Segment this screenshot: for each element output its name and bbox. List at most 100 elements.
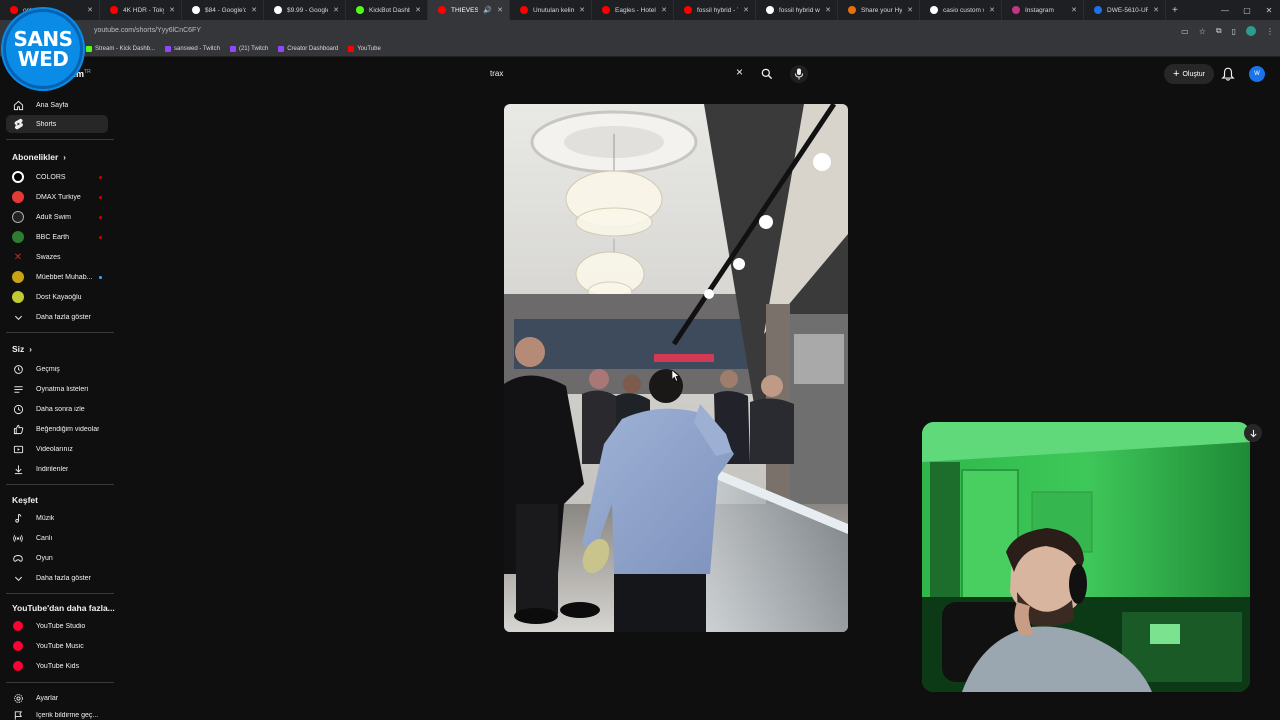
sidebar-divider [6,332,114,333]
scroll-down-button[interactable] [1244,424,1262,442]
url-field[interactable]: youtube.com/shorts/Yyy6lCnC6FY [94,27,201,34]
close-window-icon[interactable]: ✕ [1258,6,1280,15]
sidebar-item-music[interactable]: Müzik [6,509,108,527]
close-tab-icon[interactable]: ✕ [251,6,257,14]
google-favicon-icon [766,6,774,14]
close-tab-icon[interactable]: ✕ [989,6,995,14]
browser-tab[interactable]: casio custom wat ✕ [920,0,1002,20]
settings-icon [12,692,24,704]
sidebar-item-settings[interactable]: Ayarlar [6,689,108,707]
channel-avatar [12,291,24,303]
shorts-video-player[interactable] [504,104,848,632]
sidebar-show-more-explore[interactable]: Daha fazla göster [6,569,108,587]
close-tab-icon[interactable]: ✕ [661,6,667,14]
audio-playing-icon[interactable]: 🔊 [483,6,492,14]
close-tab-icon[interactable]: ✕ [907,6,913,14]
create-button[interactable]: + Oluştur [1164,64,1214,84]
sidebar-item-shorts[interactable]: Shorts [6,115,108,133]
sidebar-item-live[interactable]: Canlı [6,529,108,547]
voice-search-button[interactable] [790,65,808,83]
bookmark-item[interactable]: sanswed - Twitch [165,46,220,52]
profile-icon[interactable] [1246,26,1256,36]
close-tab-icon[interactable]: ✕ [415,6,421,14]
tab-title: 4K HDR - Tokyo [123,6,164,14]
sidebar-item-subscription[interactable]: Müebbet Muhab... [6,268,108,286]
bookmark-item[interactable]: Stream - Kick Dashb... [86,46,155,52]
section-title-label: Keşfet [12,495,38,505]
youtube-kids-icon [12,660,24,672]
browser-tab[interactable]: fossil hybrid watc ✕ [756,0,838,20]
sidebar-item-home[interactable]: Ana Sayfa [6,96,108,114]
sidebar-show-more-subscriptions[interactable]: Daha fazla göster [6,308,108,326]
close-tab-icon[interactable]: ✕ [579,6,585,14]
sidebar-divider [6,593,114,594]
logo-country-code: TR [84,69,91,75]
sidebar-item-label: Daha fazla göster [36,313,91,321]
search-box[interactable]: trax × [482,64,780,84]
google-favicon-icon [192,6,200,14]
close-tab-icon[interactable]: ✕ [743,6,749,14]
sidebar-item-watch-later[interactable]: Daha sonra izle [6,400,108,418]
browser-tab[interactable]: 4K HDR - Tokyo ✕ [100,0,182,20]
sidebar-item-subscription[interactable]: ✕ Swazes [6,248,108,266]
new-tab-icon[interactable]: + [1166,5,1184,16]
sidebar-item-history[interactable]: Geçmiş [6,360,108,378]
browser-tab[interactable]: $84 - Google'da ✕ [182,0,264,20]
sidebar-item-subscription[interactable]: Adult Swim [6,208,108,226]
browser-tab[interactable]: Share your Hybri ✕ [838,0,920,20]
sidebar-item-youtube-kids[interactable]: YouTube Kids [6,657,108,675]
you-heading[interactable]: Siz › [12,344,32,354]
sidebar-item-gaming[interactable]: Oyun [6,549,108,567]
google-favicon-icon [274,6,282,14]
sidebar-item-youtube-music[interactable]: YouTube Music [6,637,108,655]
close-tab-icon[interactable]: ✕ [169,6,175,14]
sidebar-item-subscription[interactable]: Dost Kayaoğlu [6,288,108,306]
bookmark-star-icon[interactable]: ☆ [1199,27,1206,36]
section-title-label: Siz [12,344,25,354]
notifications-bell-icon[interactable] [1221,66,1235,82]
sidebar-item-your-videos[interactable]: Videolarınız [6,440,108,458]
bookmark-item[interactable]: YouTube [348,46,381,52]
sidebar-item-youtube-studio[interactable]: YouTube Studio [6,617,108,635]
close-tab-icon[interactable]: ✕ [1071,6,1077,14]
sidebar-item-downloads[interactable]: İndirilenler [6,460,108,478]
browser-tab[interactable]: Instagram ✕ [1002,0,1084,20]
playlists-icon [12,383,24,395]
browser-tab[interactable]: fossil hybrid - Yo ✕ [674,0,756,20]
close-tab-icon[interactable]: ✕ [1153,6,1159,14]
sidebar-item-report-history[interactable]: İçerik bildirme geç... [6,709,108,720]
youtube-favicon-icon [10,6,18,14]
browser-tab[interactable]: KickBot Dashboa ✕ [346,0,428,20]
cast-icon[interactable]: ▭ [1181,27,1189,36]
close-tab-icon[interactable]: ✕ [333,6,339,14]
minimize-icon[interactable]: — [1214,6,1236,15]
sidebar-item-liked-videos[interactable]: Beğendiğim videolar [6,420,108,438]
search-icon[interactable] [760,67,774,81]
shorts-icon [12,118,24,130]
extensions-icon[interactable]: ⧉ [1216,26,1222,36]
browser-tab[interactable]: Unutulan kelime ✕ [510,0,592,20]
sidebar-item-playlists[interactable]: Oynatma listeleri [6,380,108,398]
sidebar-item-subscription[interactable]: DMAX Turkiye [6,188,108,206]
clear-search-icon[interactable]: × [736,65,743,79]
menu-kebab-icon[interactable]: ⋮ [1266,27,1274,36]
browser-tab[interactable]: Eagles - Hotel Ca ✕ [592,0,674,20]
close-tab-icon[interactable]: ✕ [497,6,503,14]
sidebar-item-label: İçerik bildirme geç... [36,711,99,719]
maximize-icon[interactable]: ▢ [1236,6,1258,15]
close-tab-icon[interactable]: ✕ [825,6,831,14]
bookmark-item[interactable]: Creator Dashboard [278,46,338,52]
sidebar-item-subscription[interactable]: COLORS [6,168,108,186]
sidepanel-icon[interactable]: ▯ [1232,27,1236,36]
chevron-right-icon: › [29,344,32,354]
subscriptions-heading[interactable]: Abonelikler › [12,152,66,162]
search-input[interactable]: trax [490,69,503,78]
close-tab-icon[interactable]: ✕ [87,6,93,14]
browser-tab[interactable]: DWE-5610-URBA ✕ [1084,0,1166,20]
browser-tab[interactable]: $9.99 - Google'da ✕ [264,0,346,20]
sidebar-item-subscription[interactable]: BBC Earth [6,228,108,246]
sidebar-item-label: Shorts [36,120,57,128]
bookmark-item[interactable]: (21) Twitch [229,46,268,52]
browser-tab-active[interactable]: THIEVES GET 🔊 ✕ [428,0,510,20]
account-avatar[interactable]: W [1249,66,1265,82]
